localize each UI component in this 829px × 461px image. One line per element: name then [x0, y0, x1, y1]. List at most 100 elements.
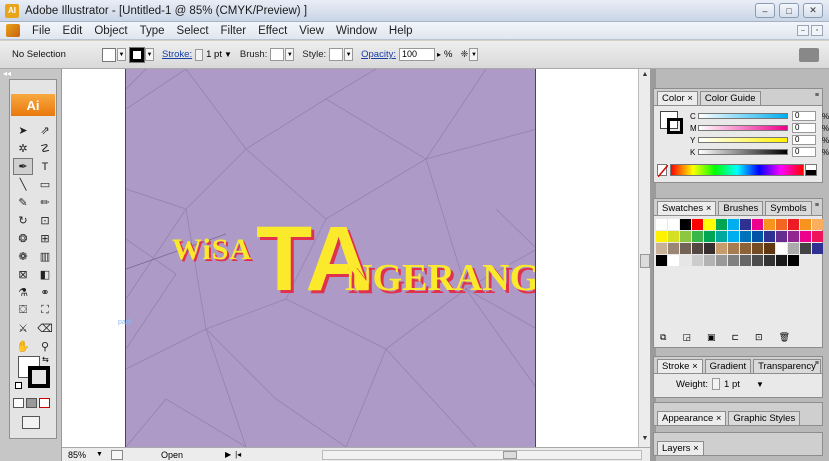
swatch[interactable] — [776, 219, 787, 230]
minimize-button[interactable]: – — [755, 3, 775, 18]
artboard[interactable]: WiSA WiSA TA TA NGERANG NGERANG — [125, 69, 536, 447]
horizontal-scroll-thumb[interactable] — [503, 451, 517, 459]
lasso-tool-icon[interactable]: ☡ — [35, 140, 55, 157]
scale-tool-icon[interactable]: ⊡ — [35, 212, 55, 229]
swatch[interactable] — [812, 243, 823, 254]
swatch[interactable] — [788, 219, 799, 230]
swatch[interactable] — [752, 255, 763, 266]
swatch[interactable] — [656, 243, 667, 254]
swatch[interactable] — [656, 255, 667, 266]
stroke-color-box[interactable] — [28, 366, 50, 388]
cyan-slider[interactable] — [698, 113, 788, 119]
document-icon[interactable] — [6, 24, 20, 37]
menu-effect[interactable]: Effect — [252, 25, 293, 37]
swatch[interactable] — [740, 243, 751, 254]
swatch-libraries-icon[interactable]: ⧉ — [660, 332, 666, 343]
screen-mode-button[interactable] — [22, 416, 40, 429]
menu-view[interactable]: View — [293, 25, 330, 37]
swatch-options-icon[interactable]: ▣ — [707, 332, 716, 343]
swatch[interactable] — [704, 243, 715, 254]
swatch[interactable] — [692, 255, 703, 266]
free-transform-tool-icon[interactable]: ⊞ — [35, 230, 55, 247]
direct-selection-tool-icon[interactable]: ⇗ — [35, 122, 55, 139]
show-swatch-kinds-icon[interactable]: ◲ — [682, 332, 691, 343]
swatch[interactable] — [728, 243, 739, 254]
swatch[interactable] — [776, 243, 787, 254]
pen-tool-icon[interactable]: ✒ — [13, 158, 33, 175]
brush-select[interactable] — [270, 48, 285, 61]
swatch[interactable] — [656, 231, 667, 242]
swatch[interactable] — [704, 219, 715, 230]
swatch[interactable] — [752, 231, 763, 242]
stroke-label[interactable]: Stroke: — [162, 49, 192, 60]
color-mode-button[interactable] — [13, 398, 24, 408]
color-panel-menu-icon[interactable]: ≡ — [815, 92, 819, 99]
pencil-tool-icon[interactable]: ✏ — [35, 194, 55, 211]
swatch[interactable] — [740, 255, 751, 266]
swatch[interactable] — [692, 243, 703, 254]
status-text[interactable]: Open — [161, 450, 221, 460]
slice-tool-icon[interactable]: ⚔ — [13, 320, 33, 337]
menu-file[interactable]: File — [26, 25, 57, 37]
rectangle-tool-icon[interactable]: ▭ — [35, 176, 55, 193]
swatch[interactable] — [740, 231, 751, 242]
tab-appearance[interactable]: Appearance × — [657, 411, 727, 425]
swatch[interactable] — [752, 219, 763, 230]
swatch[interactable] — [668, 219, 679, 230]
swatch[interactable] — [704, 255, 715, 266]
swatch[interactable] — [788, 243, 799, 254]
tab-color[interactable]: Color × — [657, 91, 698, 105]
style-select[interactable] — [329, 48, 344, 61]
tab-transparency[interactable]: Transparency — [753, 359, 821, 373]
tab-stroke[interactable]: Stroke × — [657, 359, 703, 373]
vertical-scroll-thumb[interactable] — [640, 254, 650, 268]
doc-minimize-button[interactable]: – — [797, 25, 809, 36]
line-tool-icon[interactable]: ╲ — [13, 176, 33, 193]
swap-fill-stroke-icon[interactable]: ⇆ — [42, 355, 49, 364]
swatch[interactable] — [668, 243, 679, 254]
cyan-value[interactable]: 0 — [792, 111, 816, 121]
tab-color-guide[interactable]: Color Guide — [699, 91, 761, 105]
black-value[interactable]: 0 — [792, 147, 816, 157]
menu-select[interactable]: Select — [171, 25, 215, 37]
magenta-slider[interactable] — [698, 125, 788, 131]
gradient-mode-button[interactable] — [26, 398, 37, 408]
scroll-up-icon[interactable]: ▲ — [640, 71, 650, 81]
recolor-dropdown-icon[interactable]: ▼ — [469, 48, 479, 61]
weight-spinner-icon[interactable] — [712, 378, 721, 390]
new-color-group-icon[interactable]: ⊏ — [731, 332, 739, 343]
swatch[interactable] — [680, 219, 691, 230]
swatch[interactable] — [728, 255, 739, 266]
weight-value[interactable]: 1 pt — [724, 379, 756, 390]
opacity-slider-arrow-icon[interactable]: ▸ — [437, 50, 441, 59]
swatch[interactable] — [788, 231, 799, 242]
brush-dropdown-icon[interactable]: ▼ — [285, 48, 295, 61]
swatch[interactable] — [692, 219, 703, 230]
swatch[interactable] — [812, 231, 823, 242]
swatch[interactable] — [764, 255, 775, 266]
maximize-button[interactable]: □ — [779, 3, 799, 18]
close-button[interactable]: ✕ — [803, 3, 823, 18]
swatch[interactable] — [668, 255, 679, 266]
swatch[interactable] — [800, 243, 811, 254]
control-panel-menu-icon[interactable] — [799, 48, 819, 62]
none-color-icon[interactable] — [657, 164, 669, 178]
swatch[interactable] — [692, 231, 703, 242]
weight-dropdown-icon[interactable]: ▼ — [756, 380, 764, 389]
fill-dropdown-icon[interactable]: ▼ — [117, 48, 126, 61]
column-graph-tool-icon[interactable]: ▥ — [35, 248, 55, 265]
menu-type[interactable]: Type — [134, 25, 171, 37]
live-paint-selection-tool-icon[interactable]: ⛶ — [35, 302, 55, 319]
tab-swatches[interactable]: Swatches × — [657, 201, 717, 215]
swatch[interactable] — [752, 243, 763, 254]
scroll-down-icon[interactable]: ▼ — [640, 435, 650, 445]
swatch[interactable] — [716, 243, 727, 254]
stroke-weight-value[interactable]: 1 pt — [206, 49, 222, 60]
swatch[interactable] — [812, 219, 823, 230]
swatch[interactable] — [680, 231, 691, 242]
swatch[interactable] — [656, 219, 667, 230]
horizontal-scrollbar[interactable] — [322, 450, 642, 460]
tab-gradient[interactable]: Gradient — [704, 359, 752, 373]
swatch[interactable] — [776, 231, 787, 242]
stroke-color-dropdown-icon[interactable]: ▼ — [145, 48, 154, 61]
